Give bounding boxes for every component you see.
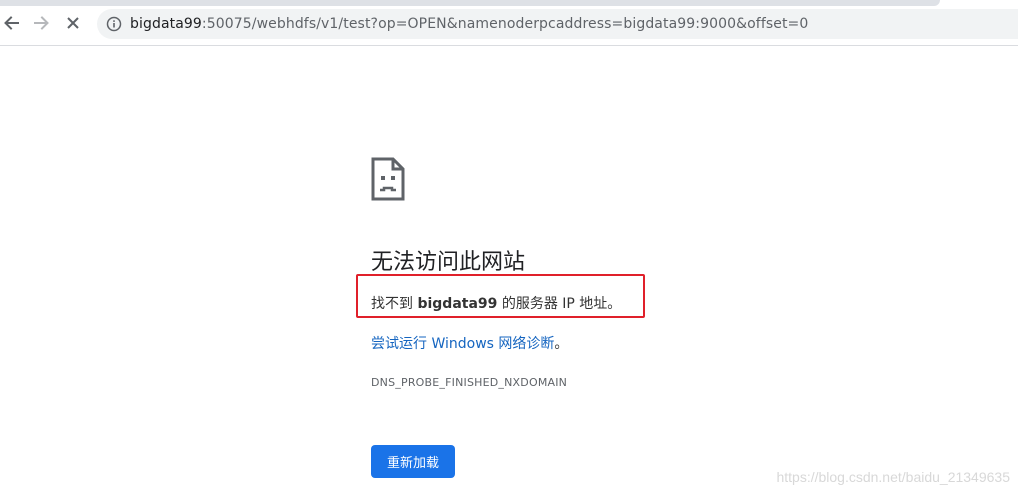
url-host: bigdata99: [130, 16, 202, 32]
url-path: :50075/webhdfs/v1/test?op=OPEN&namenoder…: [201, 16, 809, 32]
browser-toolbar: bigdata99:50075/webhdfs/v1/test?op=OPEN&…: [0, 0, 1018, 46]
error-code: DNS_PROBE_FINISHED_NXDOMAIN: [371, 376, 568, 389]
url-text[interactable]: bigdata99:50075/webhdfs/v1/test?op=OPEN&…: [130, 16, 808, 32]
address-bar[interactable]: bigdata99:50075/webhdfs/v1/test?op=OPEN&…: [97, 9, 1018, 39]
back-arrow-icon: [4, 16, 19, 30]
reload-button[interactable]: 重新加载: [371, 445, 455, 478]
tab-strip: [0, 0, 940, 6]
back-button[interactable]: [0, 12, 22, 34]
forward-button[interactable]: [31, 12, 53, 34]
suggestion-period: 。: [554, 336, 569, 352]
site-info-icon[interactable]: [106, 16, 122, 32]
forward-arrow-icon: [34, 16, 49, 30]
network-diagnostics-link[interactable]: 尝试运行 Windows 网络诊断: [371, 336, 554, 352]
stop-loading-icon: [67, 17, 79, 29]
stop-button[interactable]: [62, 12, 84, 34]
annotation-highlight-box: [356, 274, 645, 318]
error-suggestion: 尝试运行 Windows 网络诊断。: [371, 334, 568, 354]
watermark-text: https://blog.csdn.net/baidu_21349635: [776, 469, 1010, 485]
sad-page-icon: [371, 157, 405, 201]
